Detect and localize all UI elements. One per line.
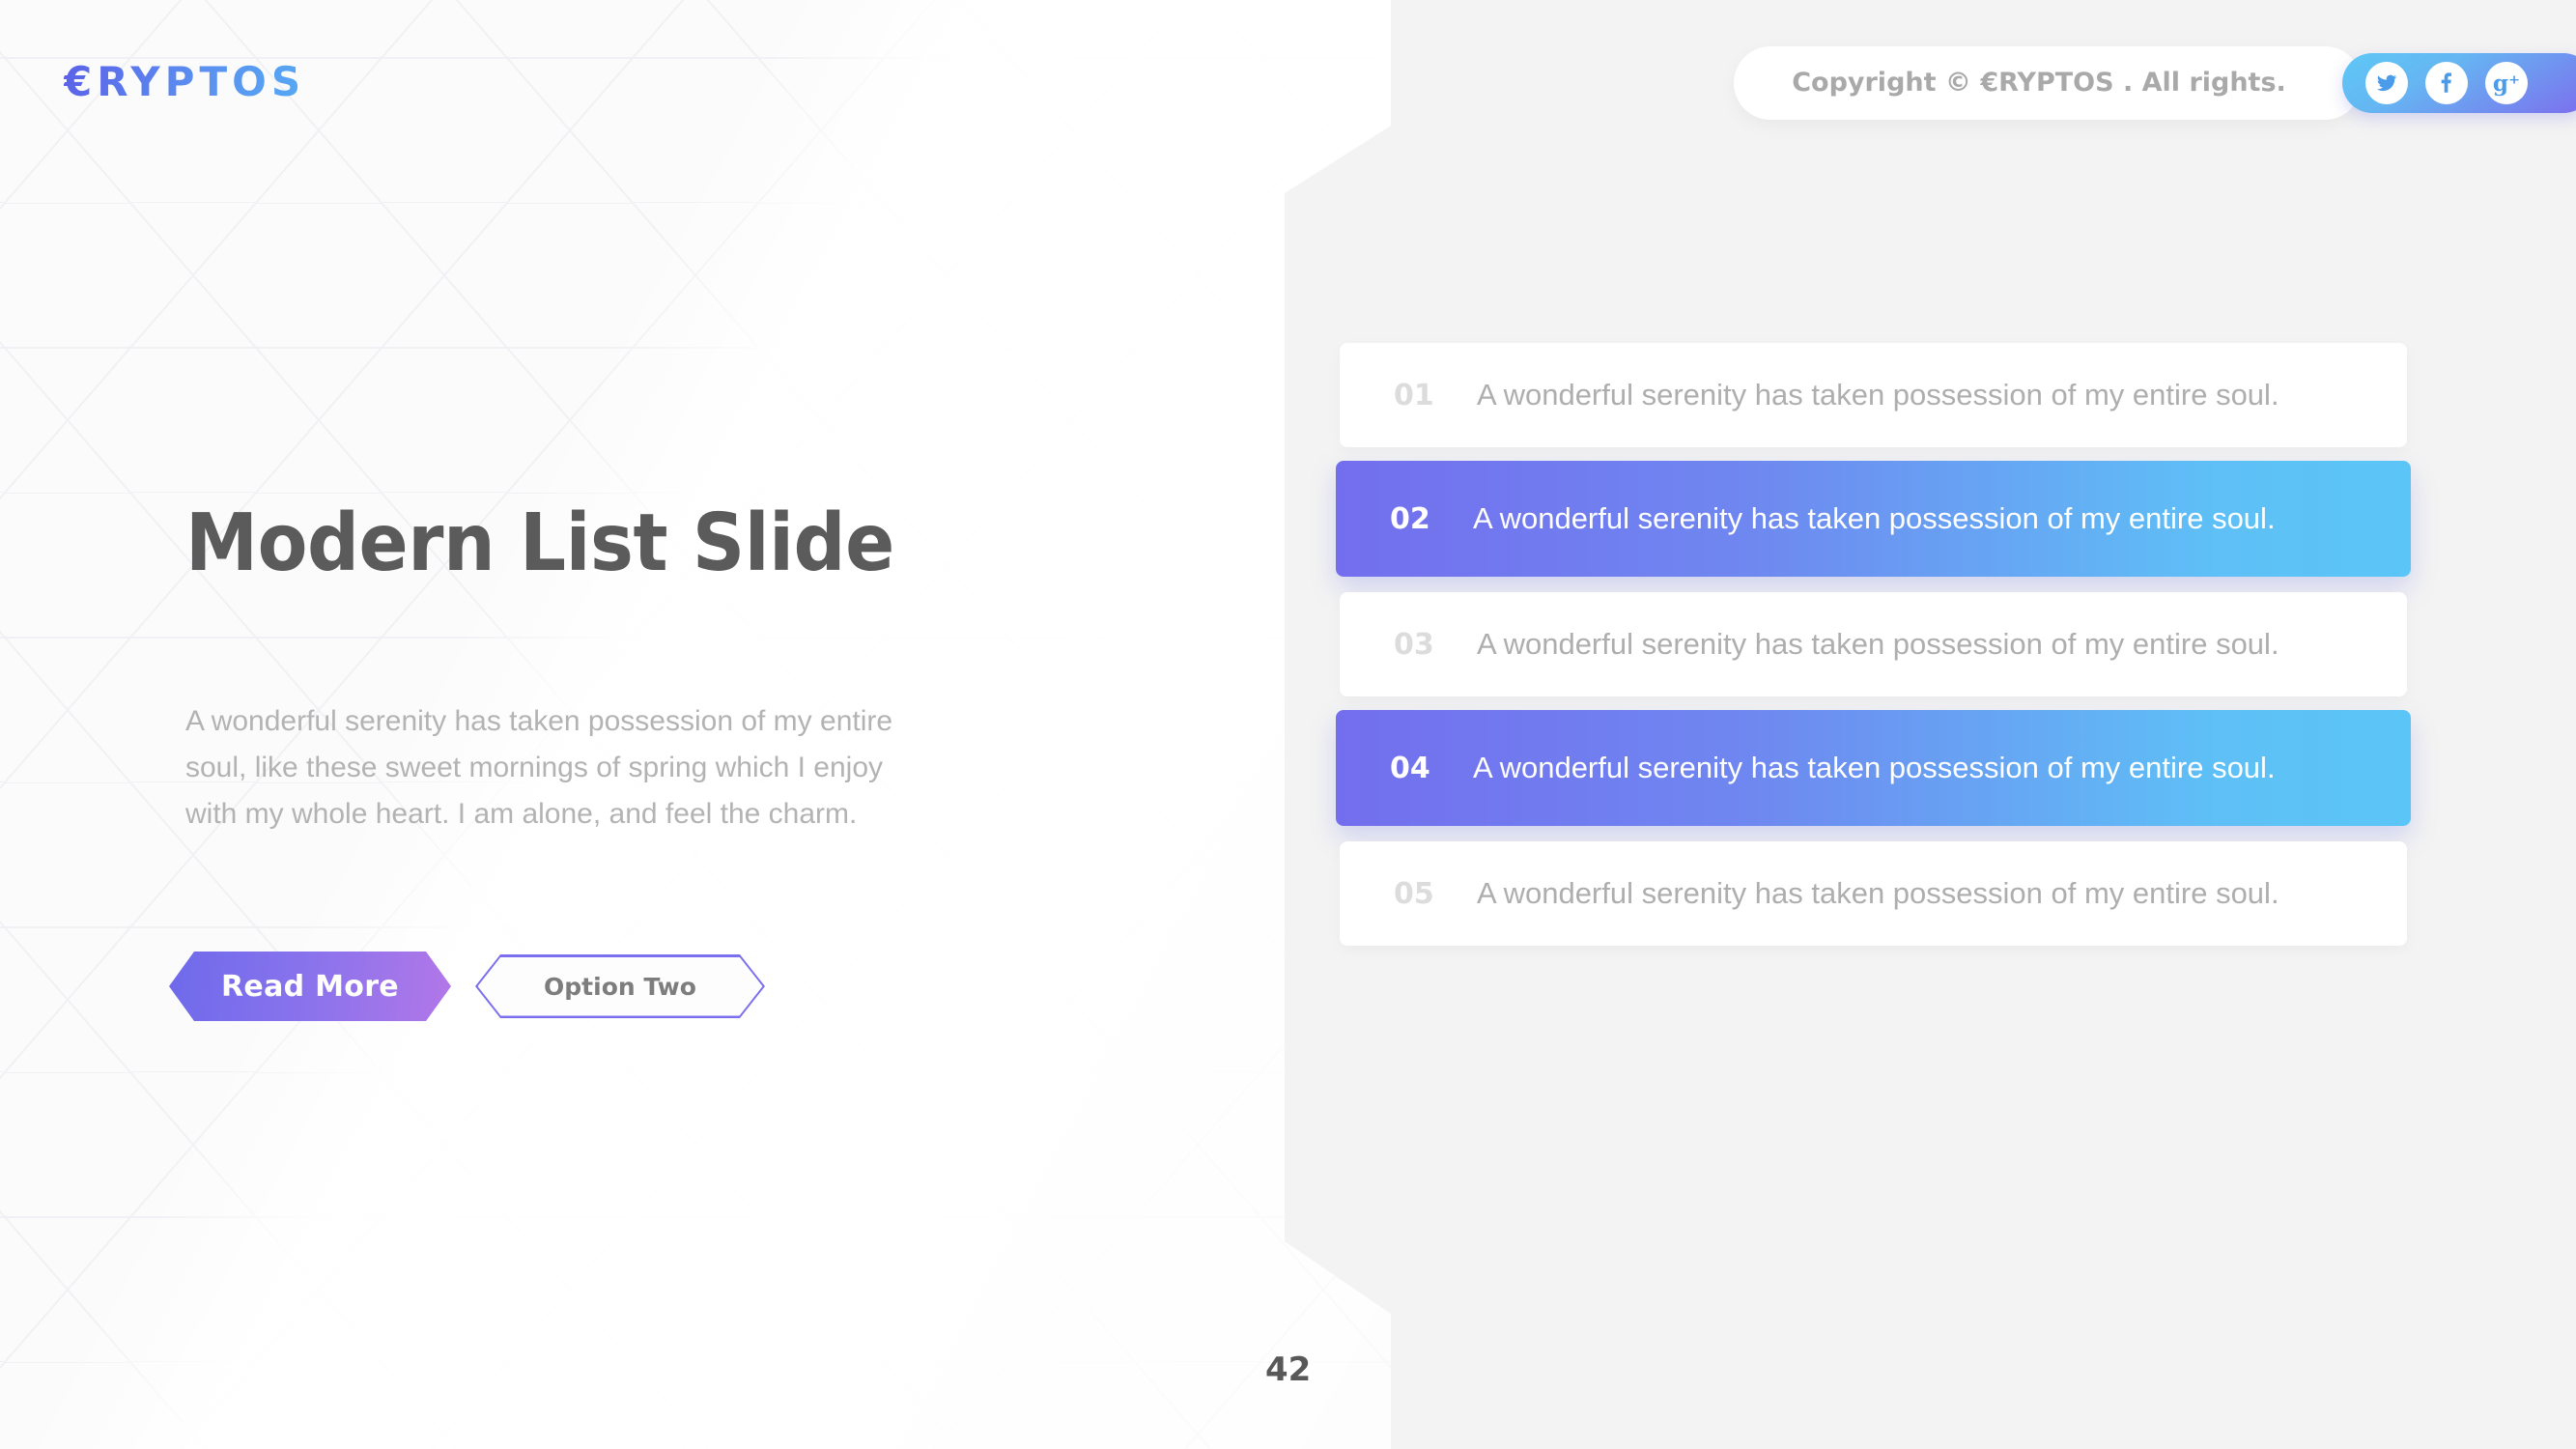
list-item-text: A wonderful serenity has taken possessio…: [1473, 501, 2276, 535]
list-item-text: A wonderful serenity has taken possessio…: [1477, 627, 2279, 661]
list-item-text: A wonderful serenity has taken possessio…: [1477, 876, 2279, 910]
list-item-number: 02: [1390, 501, 1430, 536]
option-two-button[interactable]: Option Two: [475, 954, 765, 1018]
googleplus-glyph: g⁺: [2492, 70, 2521, 97]
intro-paragraph: A wonderful serenity has taken possessio…: [185, 705, 893, 830]
feature-list: 01 A wonderful serenity has taken possess…: [1336, 343, 2411, 959]
list-item-number: 01: [1394, 378, 1434, 412]
brand-logo[interactable]: €RYPTOS: [64, 58, 305, 105]
copyright-text: Copyright © €RYPTOS . All rights.: [1792, 68, 2286, 99]
read-more-button[interactable]: Read More: [169, 952, 451, 1021]
list-item[interactable]: 04 A wonderful serenity has taken possess…: [1336, 710, 2411, 826]
slide-canvas: €RYPTOS Copyright © €RYPTOS . All rights…: [0, 0, 2576, 1449]
social-links: g⁺: [2342, 53, 2576, 113]
list-item[interactable]: 02 A wonderful serenity has taken possess…: [1336, 461, 2411, 577]
list-item[interactable]: 05 A wonderful serenity has taken possess…: [1340, 841, 2407, 946]
page-title: Modern List Slide: [185, 497, 894, 589]
list-item[interactable]: 03 A wonderful serenity has taken possess…: [1340, 592, 2407, 696]
list-item-text: A wonderful serenity has taken possessio…: [1477, 378, 2279, 412]
list-item[interactable]: 01 A wonderful serenity has taken possess…: [1340, 343, 2407, 447]
option-two-label: Option Two: [477, 956, 763, 1016]
list-item-number: 03: [1394, 627, 1434, 662]
facebook-icon[interactable]: [2425, 62, 2468, 104]
list-item-number: 04: [1390, 751, 1430, 785]
twitter-icon[interactable]: [2365, 62, 2408, 104]
list-item-text: A wonderful serenity has taken possessio…: [1473, 751, 2276, 784]
googleplus-icon[interactable]: g⁺: [2485, 62, 2528, 104]
list-item-number: 05: [1394, 876, 1434, 911]
copyright-bar: Copyright © €RYPTOS . All rights.: [1734, 46, 2362, 120]
page-number: 42: [1265, 1350, 1312, 1389]
button-row: Read More Option Two: [169, 952, 765, 1021]
